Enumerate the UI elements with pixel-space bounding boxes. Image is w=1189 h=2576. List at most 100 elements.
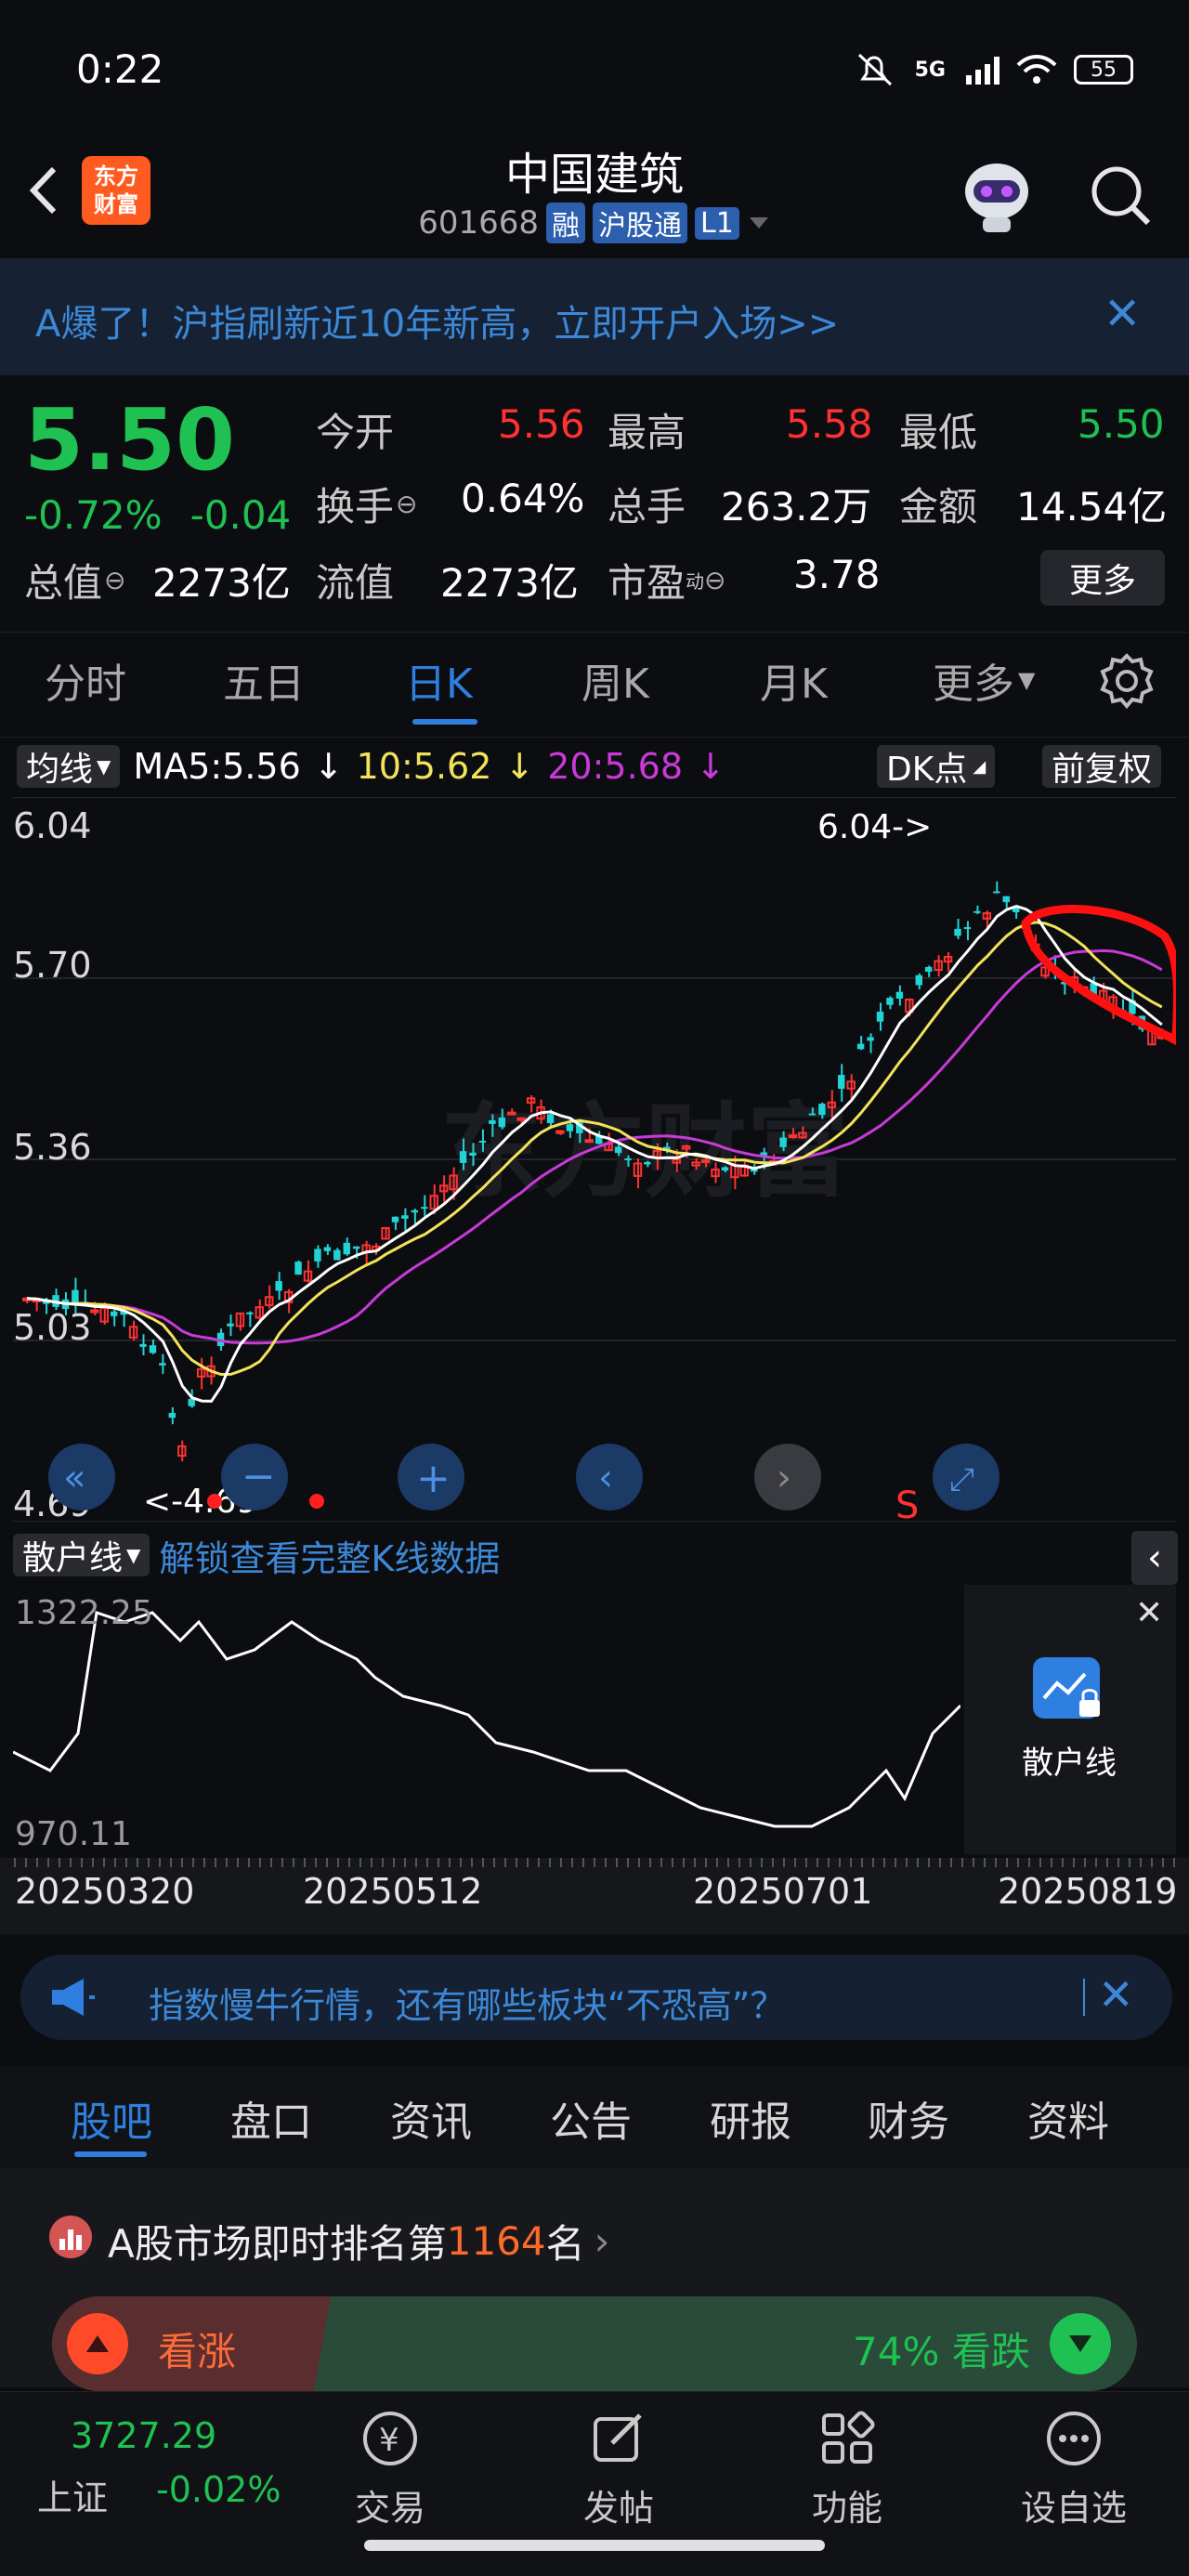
ma-selector[interactable]: 均线 ▼ (17, 745, 121, 789)
bear-button[interactable] (1050, 2313, 1111, 2374)
candle-body (72, 1289, 79, 1303)
index-name[interactable]: 上证 (37, 2469, 108, 2520)
candle-body (915, 974, 922, 986)
ma-legend: 均线 ▼ MA5:5.56 ↓ 10:5.62 ↓ 20:5.68 ↓ (17, 743, 725, 790)
ma10-value: 10:5.62 (356, 746, 492, 787)
wifi-icon (1016, 55, 1057, 84)
candle-body (886, 998, 894, 1005)
chevron-left-icon: ‹ (598, 1457, 613, 1499)
candle-body (314, 1249, 321, 1262)
candle-body (469, 1152, 477, 1157)
caret-down-icon: ▼ (126, 1544, 141, 1566)
nav-trade[interactable]: ¥ 交易 (316, 2406, 464, 2530)
yen-circle-icon: ¥ (363, 2412, 417, 2465)
mktcap-label-text: 总值 (24, 560, 103, 606)
candle-body (352, 1246, 360, 1249)
low-label: 最低 (899, 410, 978, 455)
candle-body (779, 1137, 787, 1147)
info-icon[interactable]: ⊖ (396, 489, 417, 519)
info-icon[interactable]: ⊖ (704, 565, 725, 595)
tab-daily-k[interactable]: 日K (405, 650, 473, 710)
bear-label[interactable]: 74% 看跌 (853, 2321, 1030, 2377)
candle-body (963, 927, 972, 930)
chevron-right-icon: › (777, 1457, 791, 1499)
robot-avatar-icon[interactable] (955, 152, 1039, 236)
candle-body (1002, 896, 1010, 903)
rank-text[interactable]: A股市场即时排名第 1164 名 › (108, 2213, 609, 2269)
tab-weekly-k[interactable]: 周K (581, 650, 649, 710)
volume-value: 263.2万 (721, 484, 872, 530)
indicator-selector[interactable]: 散户线 ▼ (13, 1534, 150, 1577)
bull-button[interactable] (67, 2313, 128, 2374)
collapse-button[interactable]: ‹ (1131, 1531, 1178, 1585)
battery-icon: 55 (1074, 55, 1133, 85)
nav-post[interactable]: 发帖 (544, 2406, 693, 2530)
tab-news[interactable]: 资讯 (390, 2088, 472, 2148)
candle-body (391, 1216, 399, 1223)
candle-body (876, 1012, 884, 1022)
ma20-value: 20:5.68 (547, 746, 683, 787)
candle-body (227, 1323, 234, 1327)
open-label: 今开 (316, 410, 395, 455)
date-label-4: 20250819 (998, 1871, 1178, 1912)
tab-monthly-k[interactable]: 月K (760, 650, 828, 710)
pe-sup: 动 (686, 570, 705, 593)
candle-body (478, 1141, 487, 1144)
close-icon[interactable]: ✕ (1104, 288, 1141, 340)
nav-add-watchlist-label: 设自选 (1020, 2488, 1127, 2529)
active-section-indicator (74, 2151, 147, 2157)
candle-body (954, 928, 961, 936)
plus-icon: + (416, 1455, 451, 1502)
edit-icon (594, 2413, 642, 2462)
arrow-down-icon: ↓ (504, 746, 535, 787)
tab-profile[interactable]: 资料 (1027, 2088, 1109, 2148)
gear-icon[interactable] (1098, 652, 1156, 710)
divider (1083, 1979, 1085, 2016)
unlock-link[interactable]: 解锁查看完整K线数据 (159, 1530, 500, 1581)
candle-body (895, 991, 904, 1000)
candle-body (343, 1242, 350, 1255)
bull-label[interactable]: 看涨 (158, 2321, 236, 2377)
info-icon[interactable]: ⊖ (104, 565, 125, 595)
tab-financials[interactable]: 财务 (868, 2088, 949, 2148)
indicator-top: 1322.25 (15, 1594, 153, 1632)
caret-down-icon (749, 217, 768, 229)
nav-functions-label: 功能 (811, 2488, 882, 2529)
tag-margin: 融 (545, 203, 585, 243)
indicator-chart: 1322.25 970.11 (13, 1594, 960, 1853)
close-icon[interactable]: ✕ (1135, 1594, 1163, 1632)
promo-banner-text[interactable]: A爆了！沪指刷新近10年新高，立即开户入场>> (35, 294, 839, 347)
dk-point-button[interactable]: DK点 ◢ (877, 745, 996, 789)
candle-body (401, 1215, 409, 1219)
nav-add-watchlist[interactable]: 设自选 (1000, 2406, 1148, 2530)
kline-chart[interactable]: 东方财富 6.04 5.70 5.36 5.03 4.69 6.04-> <-4… (13, 797, 1176, 1522)
turnover-value: 0.64% (461, 476, 585, 521)
index-value[interactable]: 3727.29 (71, 2415, 216, 2456)
tab-research[interactable]: 研报 (710, 2088, 791, 2148)
network-label: 5G (914, 58, 946, 82)
adjust-button[interactable]: 前复权 (1042, 745, 1162, 789)
notice-text[interactable]: 指数慢牛行情，还有哪些板块“不恐高”？ (149, 1977, 785, 2028)
nav-functions[interactable]: 功能 (773, 2406, 921, 2530)
turnover-label-text: 换手 (316, 484, 395, 530)
ma5-value: MA5:5.56 (133, 746, 301, 787)
close-icon[interactable]: ✕ (1098, 1969, 1134, 2020)
indicator-selector-label: 散户线 (22, 1539, 124, 1577)
tab-forum[interactable]: 股吧 (71, 2088, 152, 2148)
signal-dot (207, 1494, 222, 1509)
candle-body (808, 1113, 817, 1116)
y-tick-1: 6.04 (13, 805, 92, 846)
tab-intraday[interactable]: 分时 (45, 650, 126, 710)
mktcap-value: 2273亿 (152, 560, 291, 606)
more-button[interactable]: 更多 (1040, 550, 1165, 606)
tab-more-label: 更多 (933, 660, 1014, 708)
search-icon[interactable] (1083, 158, 1157, 232)
double-left-icon: « (63, 1457, 85, 1499)
more-dots-icon (1047, 2412, 1101, 2465)
tab-announcements[interactable]: 公告 (550, 2088, 632, 2148)
battery-level: 55 (1091, 58, 1117, 82)
tab-more[interactable]: 更多 ▼ (933, 650, 1035, 710)
tab-orderbook[interactable]: 盘口 (230, 2088, 312, 2148)
tab-five-day[interactable]: 五日 (223, 650, 305, 710)
turnover-label: 换手 ⊖ (316, 476, 417, 532)
